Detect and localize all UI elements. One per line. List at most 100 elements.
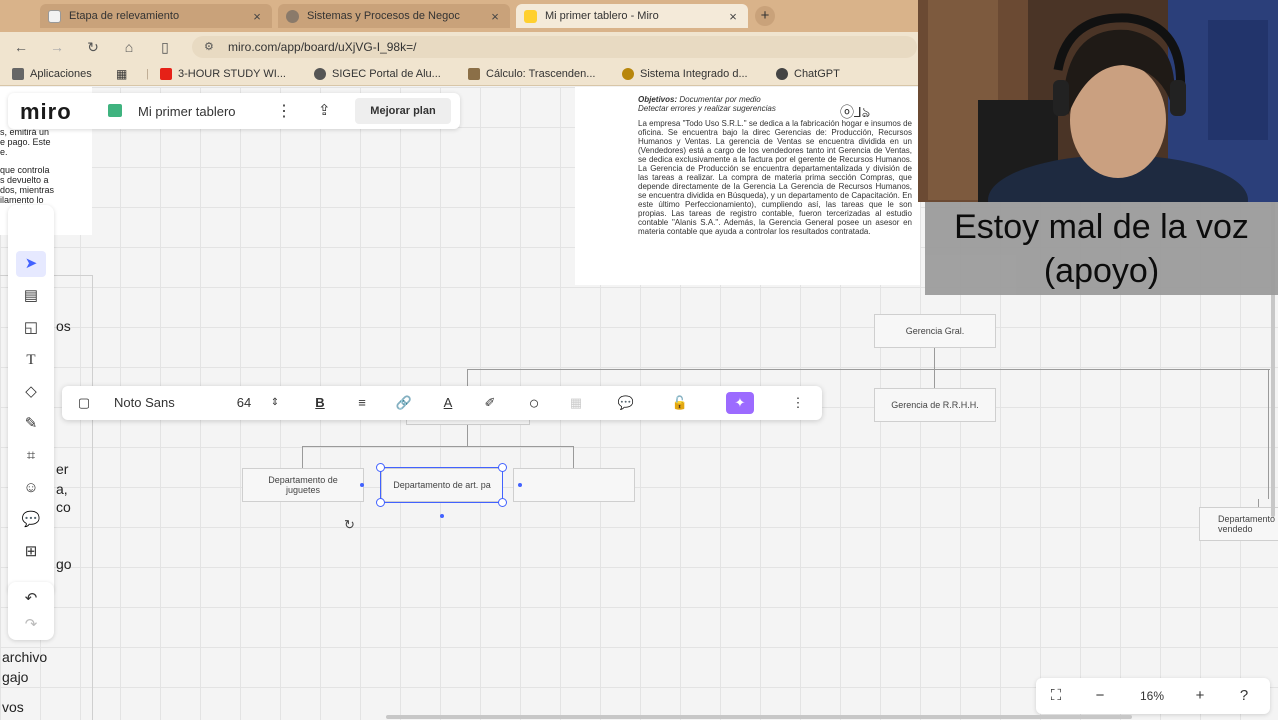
reload-icon[interactable]: ↻ bbox=[84, 38, 102, 56]
board-icon bbox=[108, 104, 122, 117]
address-bar[interactable]: ⚙ miro.com/app/board/uXjVG-I_98k=/ bbox=[192, 36, 917, 58]
more-menu-icon[interactable]: ⋮ bbox=[276, 101, 292, 121]
grid-icon: ▦ bbox=[116, 67, 128, 81]
upgrade-plan-button[interactable]: Mejorar plan bbox=[355, 98, 451, 124]
apps-grid-icon bbox=[12, 68, 24, 80]
tab-label: Sistemas y Procesos de Negoc bbox=[307, 10, 460, 22]
close-icon[interactable]: × bbox=[250, 9, 264, 24]
sidebar-icon[interactable]: ▯ bbox=[156, 38, 174, 56]
rotate-icon[interactable]: ↻ bbox=[344, 517, 355, 533]
resize-handle[interactable] bbox=[498, 498, 507, 507]
connector-anchor[interactable] bbox=[360, 483, 364, 487]
templates-icon[interactable]: ▤ bbox=[16, 283, 46, 309]
fit-screen-icon[interactable]: ⛶ bbox=[1044, 678, 1068, 714]
new-tab-button[interactable]: + bbox=[755, 6, 775, 26]
bold-icon[interactable]: B bbox=[308, 386, 332, 420]
shapes-icon[interactable]: ◇ bbox=[16, 379, 46, 405]
close-icon[interactable]: × bbox=[488, 9, 502, 24]
undo-redo-panel: ↶ ↷ bbox=[8, 582, 54, 640]
undo-icon[interactable]: ↶ bbox=[16, 586, 46, 612]
page-icon bbox=[48, 9, 61, 23]
bookmark-chatgpt[interactable]: ChatGPT bbox=[776, 66, 840, 82]
site-icon bbox=[622, 68, 634, 80]
forward-icon[interactable]: → bbox=[48, 38, 66, 56]
bookmark-apps[interactable]: Aplicaciones bbox=[12, 66, 92, 82]
font-size-input[interactable]: 64 bbox=[232, 386, 256, 420]
font-family-select[interactable]: Noto Sans bbox=[114, 386, 194, 420]
node-label: Departamento de juguetes bbox=[268, 475, 338, 495]
caption-overlay: Estoy mal de la voz (apoyo) bbox=[925, 202, 1278, 295]
card-line: que controla bbox=[0, 165, 50, 175]
resize-handle[interactable] bbox=[376, 463, 385, 472]
tab-sistemas-procesos[interactable]: Sistemas y Procesos de Negoc × bbox=[278, 4, 510, 28]
reactions-icon[interactable]: ⓞ⅃ঌ bbox=[840, 101, 870, 125]
help-icon[interactable]: ? bbox=[1232, 678, 1256, 714]
highlight-icon[interactable]: ✐ bbox=[478, 386, 502, 420]
back-icon[interactable]: ← bbox=[12, 38, 30, 56]
bookmark-label: 3-HOUR STUDY WI... bbox=[178, 68, 286, 80]
connector-line bbox=[302, 446, 303, 468]
connector-anchor[interactable] bbox=[518, 483, 522, 487]
align-icon[interactable]: ≡ bbox=[350, 386, 374, 420]
tab-label: Mi primer tablero - Miro bbox=[545, 10, 659, 22]
lock-icon[interactable]: 🔓 bbox=[668, 386, 692, 420]
zoom-level[interactable]: 16% bbox=[1132, 678, 1172, 714]
shape-outline-icon[interactable]: ▢ bbox=[72, 386, 96, 420]
miro-icon bbox=[524, 9, 537, 23]
node-gerencia-rrhh[interactable]: Gerencia de R.R.H.H. bbox=[874, 388, 996, 422]
emoji-icon[interactable]: ☺ bbox=[16, 475, 46, 501]
miro-header: miro Mi primer tablero ⋮ ⇪ Mejorar plan bbox=[8, 93, 460, 129]
site-icon bbox=[314, 68, 326, 80]
pen-icon[interactable]: ✎ bbox=[16, 411, 46, 437]
fill-color-icon[interactable]: ▦ bbox=[564, 386, 588, 420]
share-icon[interactable]: ⇪ bbox=[318, 101, 331, 119]
size-stepper-icon[interactable]: ⇕ bbox=[268, 386, 282, 420]
bookmark-calculo[interactable]: Cálculo: Trascenden... bbox=[468, 66, 595, 82]
tab-etapa-relevamiento[interactable]: Etapa de relevamiento × bbox=[40, 4, 272, 28]
doc-objectives: Objetivos: Documentar por medio bbox=[638, 95, 912, 104]
partial-text: a, bbox=[56, 481, 68, 497]
comment-icon[interactable]: 💬 bbox=[16, 507, 46, 533]
border-color-icon[interactable]: ○ bbox=[522, 386, 546, 420]
card-line: dos, mientras bbox=[0, 185, 55, 195]
text-tool-icon[interactable]: T bbox=[16, 347, 46, 373]
selection-frame bbox=[380, 467, 503, 503]
zoom-in-icon[interactable]: + bbox=[1188, 678, 1212, 714]
tab-miro-board[interactable]: Mi primer tablero - Miro × bbox=[516, 4, 748, 28]
bookmark-sigec[interactable]: SIGEC Portal de Alu... bbox=[314, 66, 441, 82]
comment-icon[interactable]: 💬 bbox=[614, 386, 638, 420]
board-title[interactable]: Mi primer tablero bbox=[138, 104, 236, 119]
sticky-note-icon[interactable]: ◱ bbox=[16, 315, 46, 341]
resize-handle[interactable] bbox=[376, 498, 385, 507]
connector-line bbox=[573, 446, 574, 468]
site-info-icon[interactable]: ⚙ bbox=[204, 36, 214, 58]
miro-logo[interactable]: miro bbox=[20, 99, 72, 125]
select-tool-icon[interactable]: ➤ bbox=[16, 251, 46, 277]
resize-handle[interactable] bbox=[498, 463, 507, 472]
card-line: e pago. Este bbox=[0, 137, 51, 147]
partial-text: vos bbox=[2, 699, 24, 715]
bookmark-study[interactable]: 3-HOUR STUDY WI... bbox=[160, 66, 286, 82]
creation-toolbar: ➤ ▤ ◱ T ◇ ✎ ⌗ ☺ 💬 ⊞ bbox=[8, 205, 54, 595]
add-more-icon[interactable]: ⊞ bbox=[16, 539, 46, 565]
text-color-icon[interactable]: A bbox=[436, 386, 460, 420]
frame-icon[interactable]: ⌗ bbox=[16, 443, 46, 469]
bookmark-label: Cálculo: Trascenden... bbox=[486, 68, 596, 80]
webcam-image bbox=[918, 0, 1278, 202]
link-icon[interactable]: 🔗 bbox=[392, 386, 416, 420]
node-gerencia-gral[interactable]: Gerencia Gral. bbox=[874, 314, 996, 348]
bookmark-grid[interactable]: ▦ bbox=[116, 66, 127, 82]
zoom-controls: ⛶ − 16% + ? bbox=[1036, 678, 1270, 714]
zoom-out-icon[interactable]: − bbox=[1088, 678, 1112, 714]
node-depto-juguetes[interactable]: Departamento de juguetes bbox=[242, 468, 364, 502]
home-icon[interactable]: ⌂ bbox=[120, 38, 138, 56]
node-depto-vendedores[interactable]: Departamento vendedo bbox=[1199, 507, 1278, 541]
ai-assist-icon[interactable]: ✦ bbox=[726, 392, 754, 414]
redo-icon[interactable]: ↷ bbox=[16, 612, 46, 638]
horizontal-scrollbar[interactable] bbox=[386, 715, 1132, 719]
node-empty[interactable] bbox=[513, 468, 635, 502]
bookmark-sistema[interactable]: Sistema Integrado d... bbox=[622, 66, 748, 82]
more-options-icon[interactable]: ⋮ bbox=[786, 386, 810, 420]
connector-anchor[interactable] bbox=[440, 514, 444, 518]
close-icon[interactable]: × bbox=[726, 9, 740, 24]
